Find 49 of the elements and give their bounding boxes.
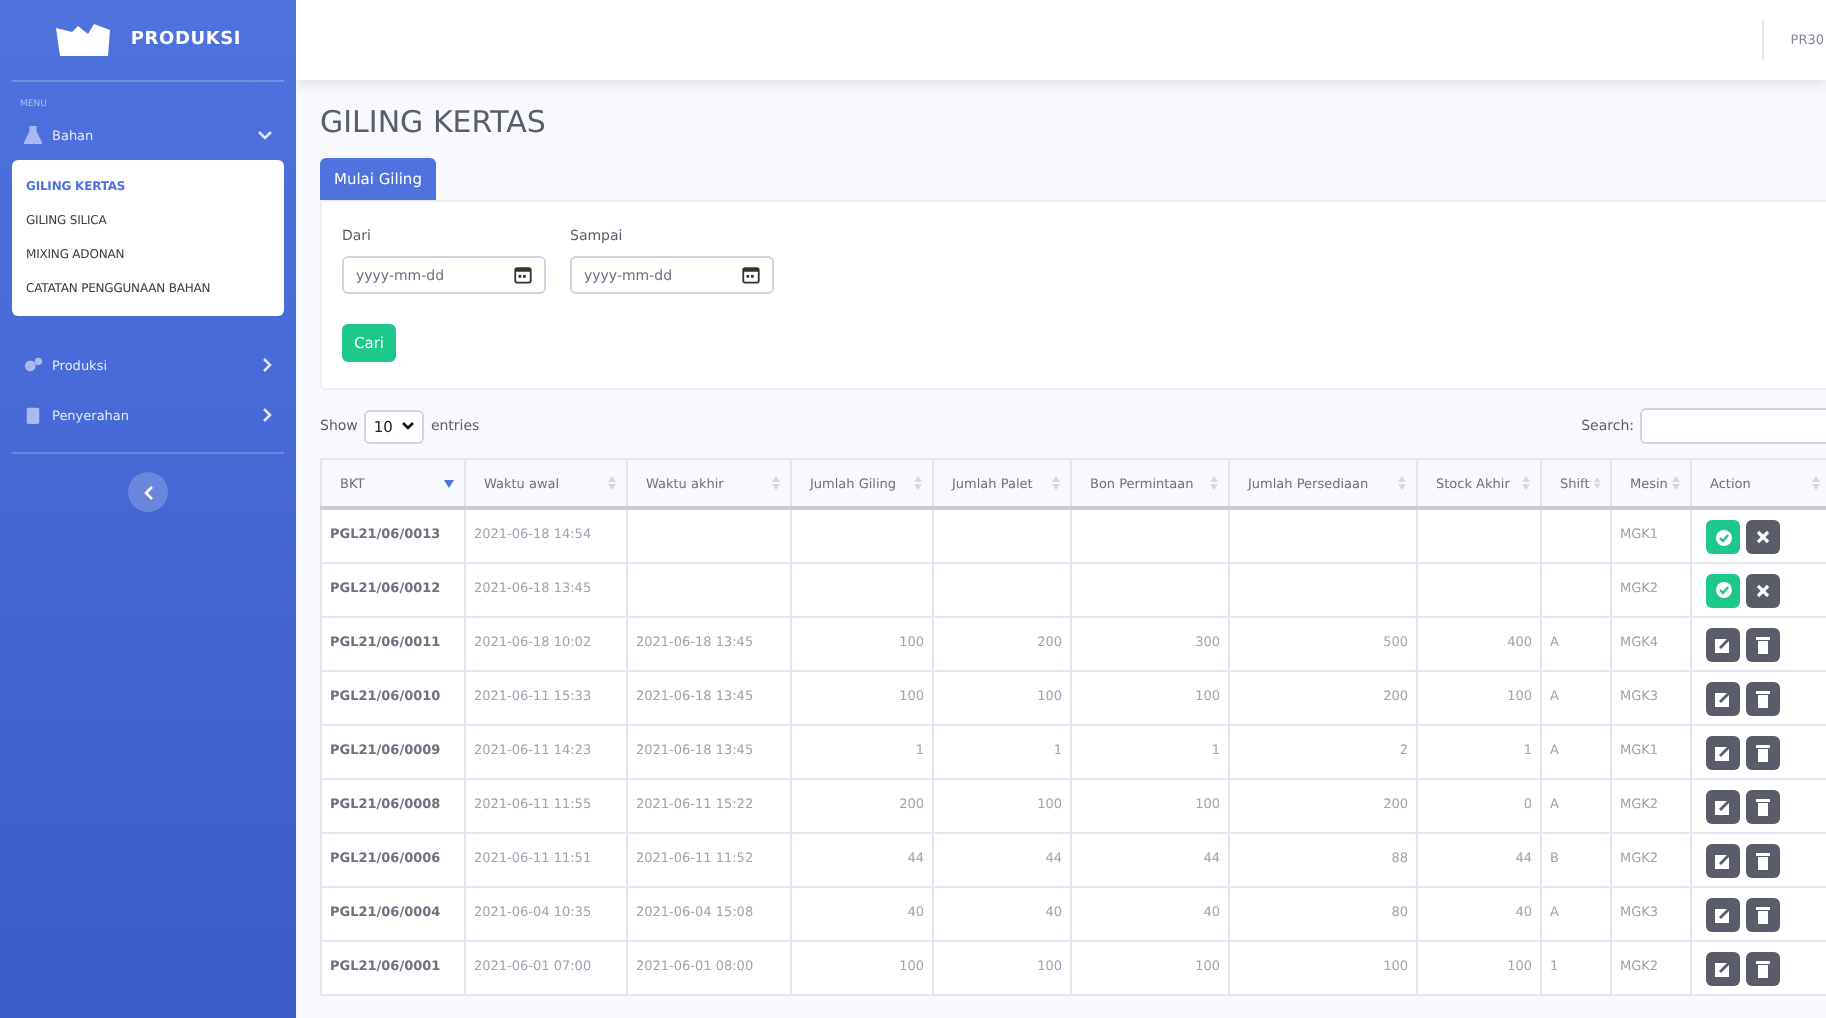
cancel-button[interactable]: [1746, 573, 1780, 607]
delete-button[interactable]: [1746, 897, 1780, 931]
trash-icon: [1756, 743, 1770, 761]
check-circle-icon: [1715, 529, 1731, 545]
collapse-button[interactable]: [128, 472, 168, 512]
delete-button[interactable]: [1746, 843, 1780, 877]
edit-icon: [1714, 905, 1732, 923]
chevron-down-icon: [258, 130, 272, 140]
edit-button[interactable]: [1706, 681, 1740, 715]
trash-icon: [1756, 959, 1770, 977]
edit-button[interactable]: [1706, 951, 1740, 985]
close-icon: [1756, 530, 1770, 544]
delete-button[interactable]: [1746, 735, 1780, 769]
edit-icon: [1714, 959, 1732, 977]
delete-button[interactable]: [1746, 789, 1780, 823]
trash-icon: [1756, 905, 1770, 923]
edit-icon: [1714, 689, 1732, 707]
clipboard-icon: [24, 406, 42, 424]
page-title: GILING KERTAS: [320, 104, 548, 140]
edit-button[interactable]: [1706, 789, 1740, 823]
edit-icon: [1714, 797, 1732, 815]
edit-button[interactable]: [1706, 735, 1740, 769]
calendar-icon: [514, 266, 532, 284]
edit-icon: [1714, 635, 1732, 653]
trash-icon: [1756, 689, 1770, 707]
brand-name: PRODUKSI: [130, 30, 242, 50]
trash-icon: [1756, 797, 1770, 815]
chevron-left-icon: [143, 485, 153, 499]
chevron-right-icon: [262, 358, 272, 372]
delete-button[interactable]: [1746, 951, 1780, 985]
edit-button[interactable]: [1706, 627, 1740, 661]
check-circle-icon: [1715, 582, 1731, 598]
close-icon: [1756, 583, 1770, 597]
edit-icon: [1714, 743, 1732, 761]
calendar-icon: [742, 266, 760, 284]
edit-icon: [1714, 851, 1732, 869]
search-field[interactable]: [1640, 408, 1826, 444]
edit-button[interactable]: [1706, 897, 1740, 931]
caret-icon: [402, 422, 415, 430]
trash-icon: [1756, 851, 1770, 869]
delete-button[interactable]: [1746, 681, 1780, 715]
chevron-right-icon: [262, 408, 272, 422]
gears-icon: [24, 356, 42, 374]
factory-logo-icon: [54, 22, 115, 58]
flask-icon: [24, 126, 42, 144]
cancel-button[interactable]: [1746, 520, 1780, 554]
delete-button[interactable]: [1746, 627, 1780, 661]
trash-icon: [1756, 635, 1770, 653]
edit-button[interactable]: [1706, 843, 1740, 877]
